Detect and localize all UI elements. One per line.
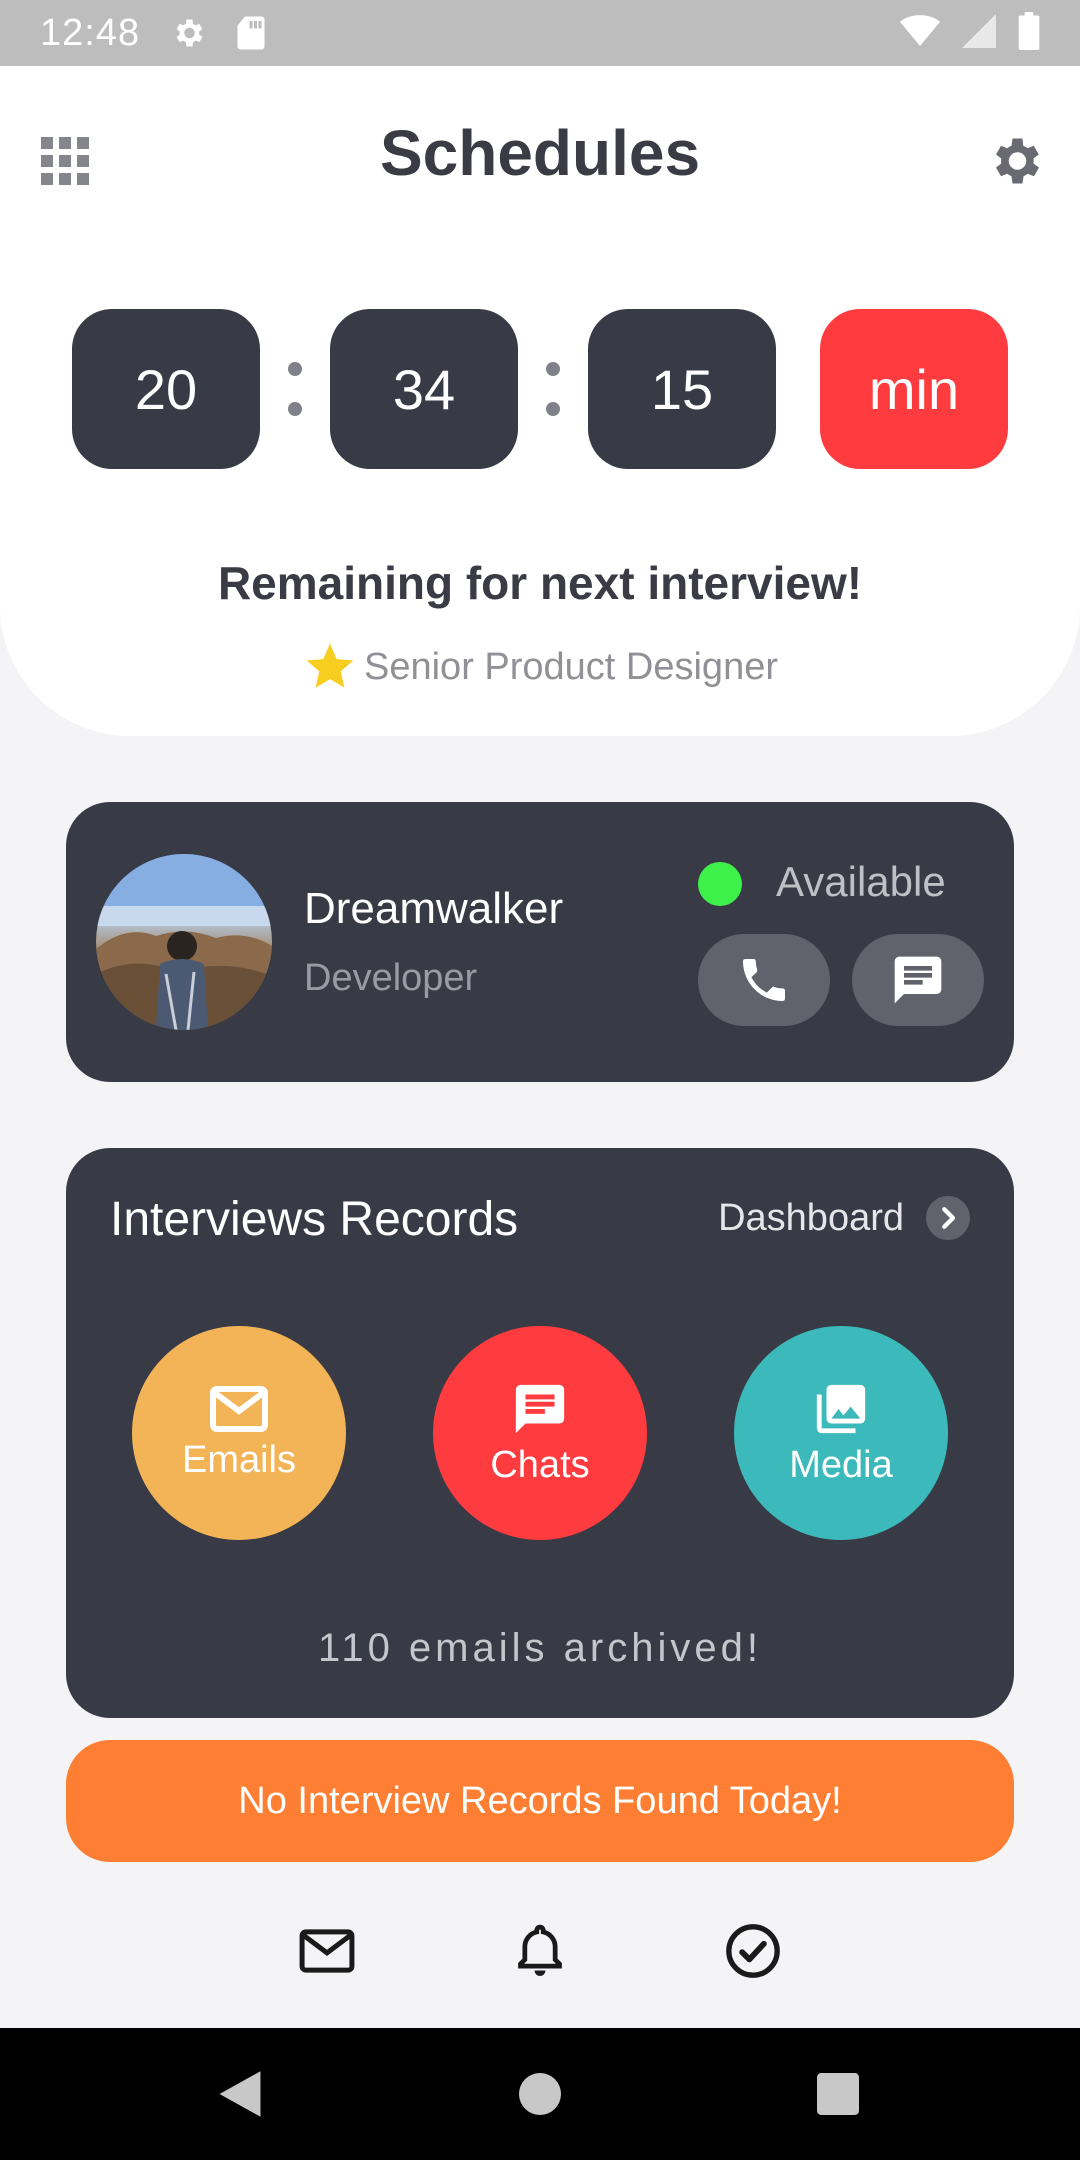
interviewer-name: Dreamwalker: [304, 884, 564, 933]
interviewer-role: Developer: [304, 957, 478, 999]
interview-records-card: Interviews Records Dashboard Emails Chat…: [66, 1148, 1014, 1718]
status-indicator: [698, 862, 742, 906]
sd-card-icon: [236, 15, 266, 51]
interviewer-card[interactable]: Dreamwalker Developer Available: [66, 802, 1014, 1082]
message-button[interactable]: [852, 934, 984, 1026]
avatar: [96, 854, 272, 1030]
nav-home-button[interactable]: [510, 2064, 570, 2124]
gallery-icon: [816, 1384, 866, 1433]
timer-seconds: 15: [588, 309, 776, 469]
nav-recents-button[interactable]: [808, 2064, 868, 2124]
no-records-banner: No Interview Records Found Today!: [66, 1740, 1014, 1862]
media-button[interactable]: Media: [734, 1326, 948, 1540]
countdown-timer: 20 34 15 min: [72, 309, 1008, 469]
page-title: Schedules: [379, 117, 701, 189]
mail-icon: [299, 1929, 355, 1973]
signal-icon: [962, 13, 996, 53]
tab-notifications[interactable]: [505, 1916, 575, 1986]
dashboard-link[interactable]: Dashboard: [718, 1196, 970, 1240]
records-title: Interviews Records: [110, 1193, 519, 1246]
call-button[interactable]: [698, 934, 830, 1026]
phone-icon: [743, 959, 785, 1001]
timer-colon: [260, 309, 330, 469]
back-icon: [219, 2071, 261, 2117]
system-nav-bar: [0, 2028, 1080, 2160]
bell-icon: [518, 1924, 562, 1976]
timer-minutes: 34: [330, 309, 518, 469]
chevron-right-icon: [926, 1196, 970, 1240]
next-interview-role: Senior Product Designer: [0, 639, 1080, 695]
message-icon: [894, 956, 942, 1004]
emails-label: Emails: [181, 1438, 297, 1481]
timer-hours: 20: [72, 309, 260, 469]
home-icon: [519, 2073, 561, 2115]
status-label: Available: [776, 858, 946, 905]
status-time: 12:48: [40, 11, 141, 54]
recents-icon: [817, 2073, 859, 2115]
nav-back-button[interactable]: [210, 2064, 270, 2124]
battery-icon: [1018, 11, 1040, 55]
role-label: Senior Product Designer: [364, 645, 778, 688]
mail-icon: [210, 1385, 268, 1432]
archive-summary: 110 emails archived!: [318, 1626, 762, 1670]
settings-icon: [170, 15, 206, 51]
media-label: Media: [789, 1443, 893, 1486]
status-bar: 12:48: [0, 0, 1080, 66]
chats-label: Chats: [490, 1443, 590, 1486]
check-circle-icon: [726, 1924, 780, 1978]
gear-icon: [996, 138, 1039, 184]
wifi-icon: [900, 14, 940, 53]
star-icon: [306, 643, 354, 688]
timer-unit: min: [820, 309, 1008, 469]
settings-button[interactable]: [980, 126, 1050, 196]
tab-tasks[interactable]: [718, 1916, 788, 1986]
chat-icon: [515, 1384, 565, 1433]
tab-mail[interactable]: [292, 1916, 362, 1986]
chats-button[interactable]: Chats: [433, 1326, 647, 1540]
emails-button[interactable]: Emails: [132, 1326, 346, 1540]
dashboard-label: Dashboard: [718, 1196, 904, 1239]
schedule-header-card: Schedules 20 34 15 min Remaining for nex…: [0, 66, 1080, 736]
countdown-caption: Remaining for next interview!: [217, 557, 863, 609]
timer-colon: [518, 309, 588, 469]
